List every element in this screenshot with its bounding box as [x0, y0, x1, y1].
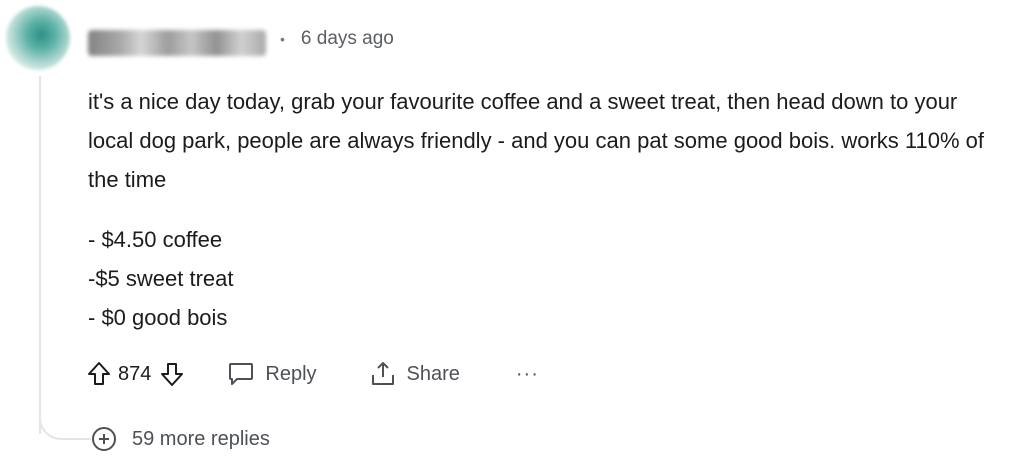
plus-circle-icon: [90, 425, 118, 453]
reply-button[interactable]: Reply: [227, 361, 317, 387]
more-replies-button[interactable]: 59 more replies: [90, 425, 270, 453]
upvote-icon[interactable]: [86, 360, 112, 388]
list-item: - $4.50 coffee: [88, 227, 223, 252]
downvote-icon[interactable]: [159, 360, 185, 388]
comment-paragraph: it's a nice day today, grab your favouri…: [88, 89, 984, 192]
more-options-button[interactable]: ···: [516, 363, 539, 386]
more-replies-label: 59 more replies: [132, 427, 270, 450]
vote-count: 874: [118, 362, 152, 385]
reply-label: Reply: [265, 362, 317, 385]
thread-line-curve: [39, 410, 91, 440]
list-item: -$5 sweet treat: [88, 266, 234, 291]
share-button[interactable]: Share: [369, 360, 460, 388]
share-label: Share: [406, 362, 460, 385]
username-redacted[interactable]: [88, 30, 266, 56]
comment-meta: • 6 days ago: [280, 28, 394, 50]
list-item: - $0 good bois: [88, 305, 228, 330]
action-bar: 874 Reply Share ···: [86, 354, 539, 394]
share-icon: [369, 360, 397, 388]
meta-separator: •: [280, 31, 285, 47]
avatar[interactable]: [6, 6, 70, 70]
comment-icon: [227, 361, 255, 387]
comment: • 6 days ago it's a nice day today, grab…: [0, 0, 1024, 469]
timestamp: 6 days ago: [300, 28, 394, 49]
comment-body: it's a nice day today, grab your favouri…: [88, 82, 1008, 337]
thread-line[interactable]: [39, 76, 41, 434]
